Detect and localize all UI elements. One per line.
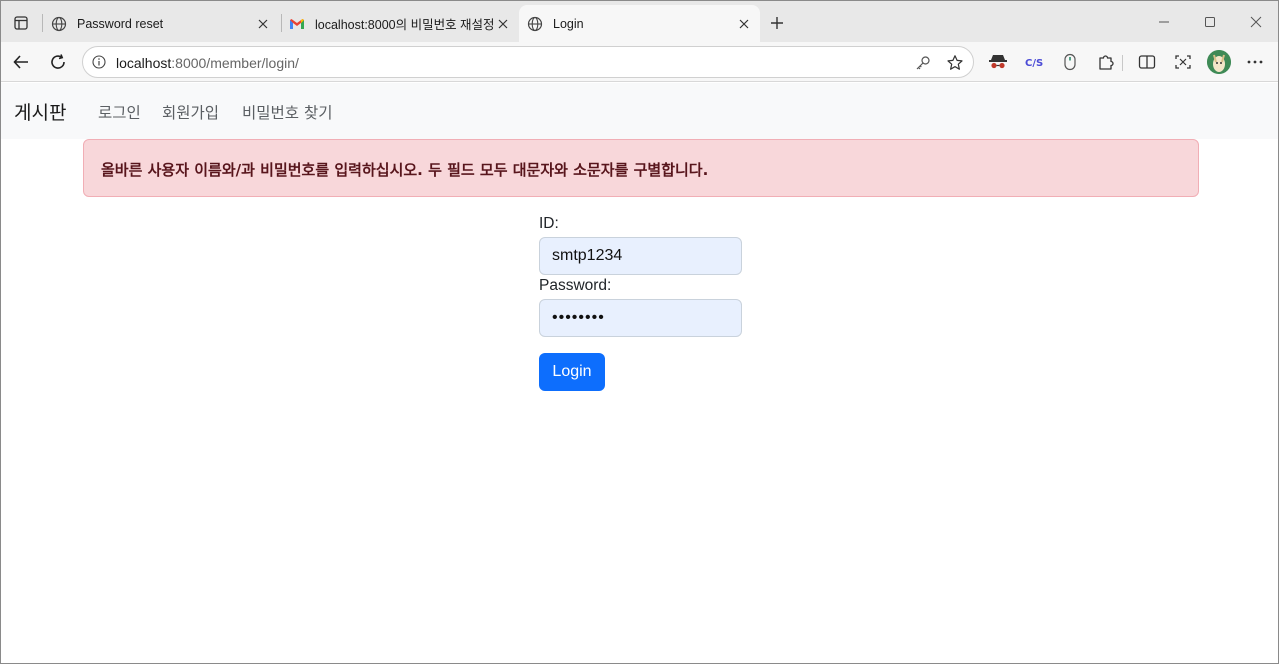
svg-text:C/S: C/S — [1025, 58, 1043, 69]
close-icon[interactable] — [493, 14, 513, 34]
nav-link-find-password[interactable]: 비밀번호 찾기 — [242, 101, 333, 123]
split-screen-icon[interactable] — [1134, 49, 1160, 75]
back-icon[interactable] — [7, 48, 35, 76]
tab-login[interactable]: Login — [519, 5, 760, 42]
address-bar[interactable]: localhost:8000/member/login/ — [82, 46, 974, 78]
extensions-puzzle-icon[interactable] — [1093, 49, 1119, 75]
incognito-extension-icon[interactable] — [985, 49, 1011, 75]
error-message: 올바른 사용자 이름와/과 비밀번호를 입력하십시오. 두 필드 모두 대문자와… — [101, 161, 709, 179]
new-tab-icon[interactable] — [765, 11, 789, 35]
minimize-icon[interactable] — [1149, 9, 1179, 35]
close-icon[interactable] — [734, 14, 754, 34]
browser-toolbar: localhost:8000/member/login/ C/S — [1, 42, 1278, 82]
password-label: Password: — [539, 277, 612, 294]
tab-actions-icon[interactable] — [9, 11, 33, 35]
globe-icon — [527, 16, 543, 32]
nav-link-login[interactable]: 로그인 — [98, 101, 141, 123]
tab-strip: Password reset localhost:8000의 비밀번호 재설정 … — [1, 1, 1278, 42]
mouse-extension-icon[interactable] — [1057, 49, 1083, 75]
more-options-icon[interactable] — [1242, 49, 1268, 75]
site-brand[interactable]: 게시판 — [14, 98, 66, 125]
favorite-star-icon[interactable] — [943, 51, 967, 75]
cjs-extension-icon[interactable]: C/S — [1021, 49, 1047, 75]
tab-gmail[interactable]: localhost:8000의 비밀번호 재설정 — [281, 5, 519, 42]
tab-title: Password reset — [77, 16, 164, 31]
window-close-icon[interactable] — [1241, 9, 1271, 35]
nav-link-signup[interactable]: 회원가입 — [162, 101, 219, 123]
info-icon[interactable] — [91, 54, 107, 70]
error-alert: 올바른 사용자 이름와/과 비밀번호를 입력하십시오. 두 필드 모두 대문자와… — [83, 139, 1199, 197]
close-icon[interactable] — [253, 14, 273, 34]
toolbar-divider — [1122, 55, 1123, 71]
tab-title: Login — [553, 16, 584, 31]
url-text[interactable]: localhost:8000/member/login/ — [116, 55, 299, 71]
id-label: ID: — [539, 215, 559, 232]
maximize-icon[interactable] — [1195, 9, 1225, 35]
gmail-icon — [289, 16, 305, 32]
screenshot-icon[interactable] — [1170, 49, 1196, 75]
tab-password-reset[interactable]: Password reset — [43, 5, 279, 42]
url-path: :8000/member/login/ — [171, 55, 299, 71]
refresh-icon[interactable] — [44, 48, 72, 76]
key-icon[interactable] — [911, 51, 935, 75]
globe-icon — [51, 16, 67, 32]
login-button[interactable]: Login — [539, 353, 605, 391]
site-navbar: 게시판 로그인 회원가입 비밀번호 찾기 — [1, 83, 1278, 139]
url-host: localhost — [116, 55, 172, 71]
tab-title: localhost:8000의 비밀번호 재설정 — [315, 18, 493, 32]
password-input[interactable]: •••••••• — [539, 299, 742, 337]
id-input[interactable]: smtp1234 — [539, 237, 742, 275]
avatar[interactable] — [1207, 50, 1231, 74]
